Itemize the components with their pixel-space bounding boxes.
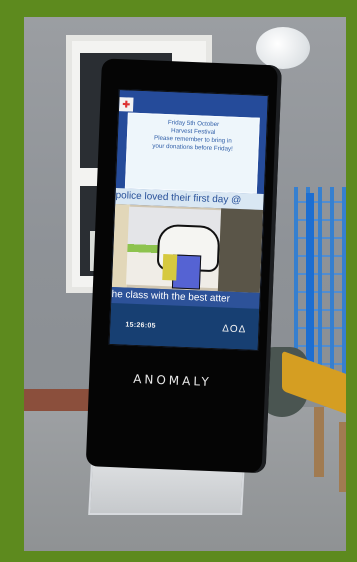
screen-footer: 15:26:05 ΔOΔ	[109, 302, 260, 350]
photo: ✚ Friday 5th October Harvest Festival Pl…	[24, 17, 346, 551]
child-drawing	[126, 206, 222, 290]
drawing-image	[111, 204, 264, 293]
clock-time: 15:26:05	[125, 321, 156, 330]
wall-lamp	[256, 27, 310, 69]
fence-post	[306, 193, 314, 383]
kiosk-brand: ANOMALY	[132, 371, 213, 390]
announcement-box: Friday 5th October Harvest Festival Plea…	[124, 112, 260, 194]
kiosk-screen: ✚ Friday 5th October Harvest Festival Pl…	[108, 89, 269, 351]
drawing-ribbon	[162, 254, 178, 281]
footer-logo: ΔOΔ	[221, 323, 247, 336]
corner-logo-icon: ✚	[118, 97, 134, 112]
bench-leg	[339, 422, 346, 492]
image-shadow	[217, 208, 264, 293]
bench-leg	[314, 407, 324, 477]
digital-signage-kiosk: ✚ Friday 5th October Harvest Festival Pl…	[85, 58, 282, 474]
